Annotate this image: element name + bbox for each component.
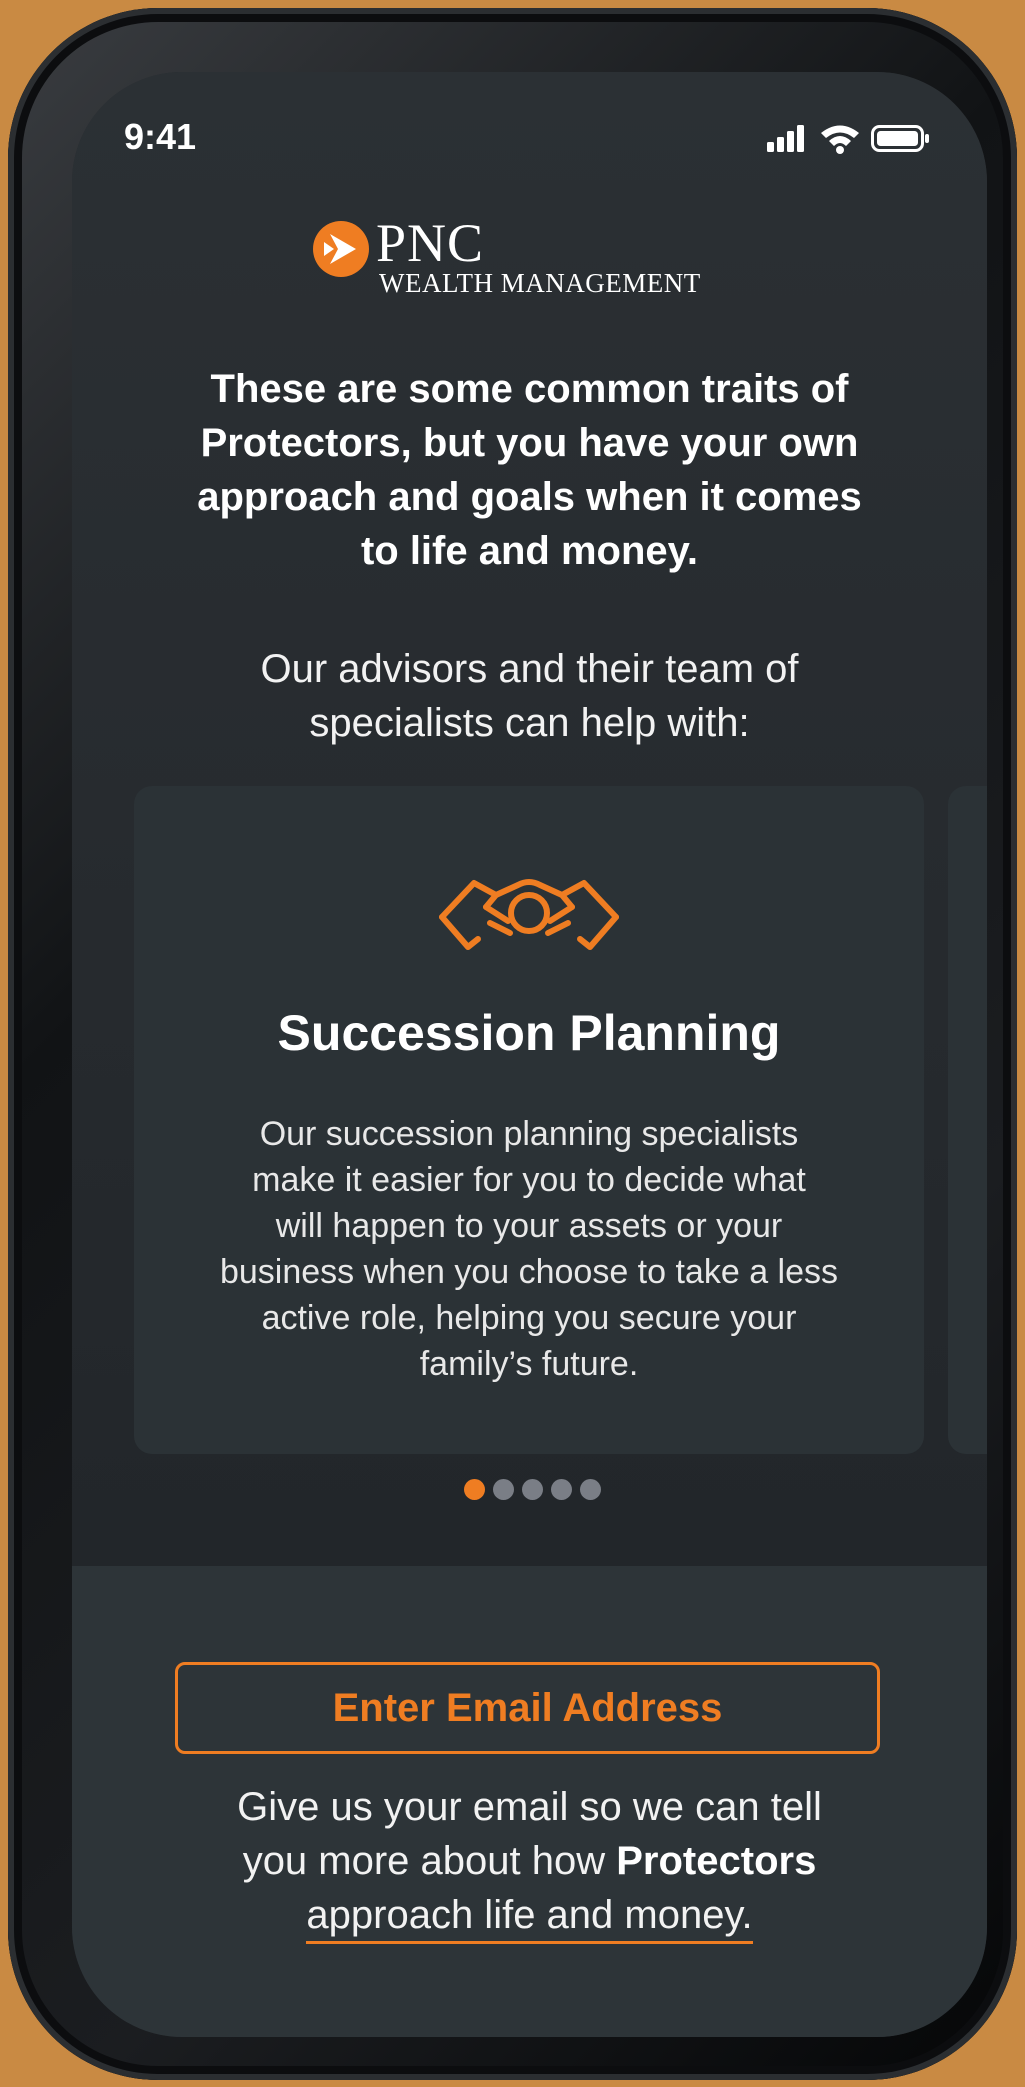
cellular-signal-icon [767,125,804,152]
carousel-card-next[interactable] [948,786,987,1454]
phone-frame: 9:41 PNC WEALTH MANAGEMENT These are som… [8,8,1017,2080]
card-body-line: family’s future. [419,1345,639,1383]
carousel-pagination [464,1479,604,1501]
battery-icon [871,125,929,152]
carousel-dot[interactable] [580,1479,601,1500]
footer-line: approach life and money. [172,1888,887,1944]
headline-line: approach and goals when it comes [197,475,862,519]
headline-line: Protectors, but you have your own [200,421,859,465]
wifi-icon [821,125,859,154]
status-icons [767,122,932,154]
approach-link[interactable]: approach life and money. [306,1893,753,1944]
footer-line: Give us your email so we can tell [237,1785,822,1829]
enter-email-button[interactable]: Enter Email Address [175,1662,880,1754]
handshake-icon [439,879,619,950]
pnc-logo: PNC WEALTH MANAGEMENT [312,212,752,302]
footer-line: you more about how Protectors [172,1834,887,1888]
card-body-line: make it easier for you to decide what [252,1161,806,1199]
subhead-line: specialists can help with: [309,701,750,745]
card-body-line: Our succession planning specialists [259,1115,799,1153]
carousel-dot[interactable] [522,1479,543,1500]
card-title: Succession Planning [277,1005,781,1061]
phone-screen: 9:41 PNC WEALTH MANAGEMENT These are som… [72,72,987,2037]
carousel-dot[interactable] [493,1479,514,1500]
headline-line: to life and money. [360,529,699,573]
protectors-emphasis: Protectors [616,1839,817,1883]
card-body-line: business when you choose to take a less [219,1253,839,1291]
intro-subhead: Our advisors and their team of specialis… [162,642,897,750]
card-description: Our succession planning specialists make… [184,1111,874,1387]
subhead-line: Our advisors and their team of [260,647,799,691]
carousel-dot[interactable] [551,1479,572,1500]
email-prompt-text: Give us your email so we can tell you mo… [172,1780,887,1944]
intro-headline: These are some common traits of Protecto… [162,362,897,578]
carousel-dot[interactable] [464,1479,485,1500]
pnc-logo-icon [313,221,369,277]
card-body-line: active role, helping you secure your [261,1299,797,1337]
logo-brand: PNC [376,213,485,273]
carousel-card-succession-planning[interactable]: Succession Planning Our succession plann… [134,786,924,1454]
logo-subtitle: WEALTH MANAGEMENT [379,268,701,298]
card-body-line: will happen to your assets or your [275,1207,783,1245]
status-time: 9:41 [124,116,197,157]
headline-line: These are some common traits of [210,367,849,411]
footer-line-text: you more about how [242,1839,617,1883]
